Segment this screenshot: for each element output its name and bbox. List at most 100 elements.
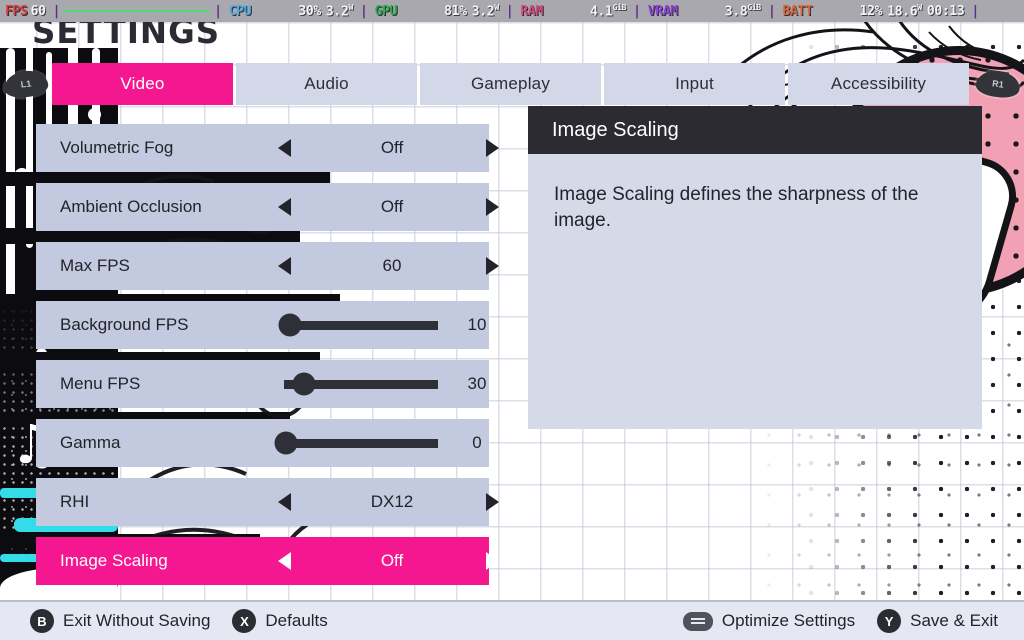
fps-label: FPS: [5, 3, 28, 19]
setting-value: Off: [380, 551, 404, 570]
setting-row-gamma[interactable]: Gamma 0: [36, 419, 489, 467]
setting-value: Off: [380, 138, 404, 157]
increment-arrow-icon[interactable]: [486, 257, 499, 275]
vram-value: 3.8GiB: [724, 2, 761, 20]
info-panel-title: Image Scaling: [528, 106, 982, 154]
overlay-separator-3: |: [505, 3, 514, 19]
tab-video[interactable]: Video: [52, 63, 233, 105]
menu-button-icon: [682, 611, 713, 631]
battery-label: BATT: [782, 3, 813, 19]
setting-label: RHI: [60, 492, 90, 511]
right-action-group: Optimize Settings Y Save & Exit: [682, 609, 998, 633]
battery-time-value: 00:13: [926, 3, 965, 19]
action-hint-bar: B Exit Without Saving X Defaults Optimiz…: [0, 600, 1024, 640]
action-exit-without-saving[interactable]: B Exit Without Saving: [30, 609, 210, 633]
ram-label: RAM: [520, 3, 543, 19]
setting-row-rhi[interactable]: RHI DX12: [36, 478, 499, 526]
increment-arrow-icon[interactable]: [486, 198, 499, 216]
setting-value: 60: [382, 256, 402, 275]
increment-arrow-icon[interactable]: [486, 493, 499, 511]
tab-accessibility-label: Accessibility: [830, 74, 927, 93]
slider-knob[interactable]: [292, 372, 316, 396]
action-label: Optimize Settings: [721, 611, 856, 630]
tab-accessibility[interactable]: Accessibility: [788, 63, 969, 105]
decrement-arrow-icon[interactable]: [278, 198, 291, 216]
gpu-power-value: 3.2W: [471, 2, 499, 20]
setting-label: Gamma: [60, 433, 121, 452]
r1-bumper-icon: R1: [974, 68, 1022, 100]
decrement-arrow-icon[interactable]: [278, 552, 291, 570]
action-label: Exit Without Saving: [63, 611, 211, 630]
setting-value: DX12: [370, 492, 414, 511]
setting-value: 0: [472, 433, 482, 452]
setting-row-max-fps[interactable]: Max FPS 60: [36, 242, 499, 290]
overlay-separator-4: |: [633, 3, 641, 19]
setting-row-volumetric-fog[interactable]: Volumetric Fog Off: [36, 124, 499, 172]
tab-input[interactable]: Input: [604, 63, 785, 105]
setting-row-ambient-occlusion[interactable]: Ambient Occlusion Off: [36, 183, 499, 231]
tab-audio[interactable]: Audio: [236, 63, 417, 105]
action-defaults[interactable]: X Defaults: [232, 609, 328, 633]
setting-row-image-scaling[interactable]: Image Scaling Off: [36, 537, 499, 585]
decrement-arrow-icon[interactable]: [278, 139, 291, 157]
setting-value: Off: [380, 197, 404, 216]
setting-label: Menu FPS: [60, 374, 141, 393]
tab-gameplay[interactable]: Gameplay: [420, 63, 601, 105]
fps-graph: [62, 4, 211, 18]
settings-screen: ♪ ♫ F: [0, 0, 1024, 640]
setting-row-menu-fps[interactable]: Menu FPS 30: [36, 360, 489, 408]
button-b-icon: B: [30, 609, 54, 633]
tab-audio-label: Audio: [304, 74, 349, 93]
setting-label: Ambient Occlusion: [60, 197, 202, 216]
slider-track: [284, 438, 438, 448]
overlay-separator-0: |: [52, 3, 61, 19]
action-label: Save & Exit: [910, 611, 998, 630]
action-label: Defaults: [265, 611, 328, 630]
vram-label: VRAM: [647, 3, 678, 19]
settings-tab-bar: L1 Video Audio Gameplay Input Accessibil…: [0, 63, 1024, 105]
setting-value: 30: [467, 374, 487, 393]
left-bumper-hint: L1: [0, 63, 52, 105]
info-panel-description: Image Scaling defines the sharpness of t…: [528, 154, 982, 429]
increment-arrow-icon[interactable]: [486, 139, 499, 157]
setting-label: Max FPS: [60, 256, 130, 275]
decrement-arrow-icon[interactable]: [278, 257, 291, 275]
gpu-usage-value: 81%: [444, 3, 467, 19]
tab-input-label: Input: [675, 74, 714, 93]
decrement-arrow-icon[interactable]: [278, 493, 291, 511]
slider-knob[interactable]: [278, 313, 302, 337]
slider-track: [284, 320, 438, 330]
action-optimize-settings[interactable]: Optimize Settings: [682, 611, 856, 631]
settings-option-list: Volumetric Fog Off Ambient Occlusion Off…: [36, 124, 499, 596]
button-x-icon: X: [232, 609, 257, 633]
setting-label: Background FPS: [60, 315, 189, 334]
tab-video-label: Video: [120, 74, 165, 93]
gamma-slider[interactable]: [274, 431, 438, 455]
right-bumper-hint: R1: [972, 63, 1024, 105]
gpu-label: GPU: [374, 3, 398, 19]
fps-value: 60: [30, 3, 46, 19]
slider-knob[interactable]: [274, 431, 298, 455]
setting-info-panel: Image Scaling Image Scaling defines the …: [528, 106, 982, 429]
overlay-separator-5: |: [767, 3, 776, 19]
battery-percent-value: 12%: [859, 3, 883, 19]
cpu-usage-value: 30%: [298, 3, 321, 19]
background-fps-slider[interactable]: [276, 313, 438, 337]
tab-gameplay-label: Gameplay: [470, 74, 551, 93]
setting-row-background-fps[interactable]: Background FPS 10: [36, 301, 489, 349]
overlay-separator-6: |: [971, 3, 979, 19]
action-save-and-exit[interactable]: Y Save & Exit: [877, 609, 998, 633]
overlay-separator-2: |: [360, 3, 368, 19]
setting-label: Image Scaling: [60, 551, 168, 570]
increment-arrow-icon[interactable]: [486, 552, 499, 570]
setting-value: 10: [467, 315, 487, 334]
menu-fps-slider[interactable]: [276, 372, 438, 396]
overlay-separator-1: |: [214, 3, 222, 19]
performance-overlay-bar: FPS 60 | | CPU 30% 3.2W | GPU 81% 3.2W |…: [0, 0, 1024, 22]
cpu-label: CPU: [228, 3, 252, 19]
button-y-icon: Y: [877, 609, 902, 633]
ram-value: 4.1GiB: [590, 2, 627, 20]
cpu-power-value: 3.2W: [325, 2, 354, 20]
left-action-group: B Exit Without Saving X Defaults: [30, 609, 328, 633]
l1-bumper-icon: L1: [2, 68, 50, 100]
